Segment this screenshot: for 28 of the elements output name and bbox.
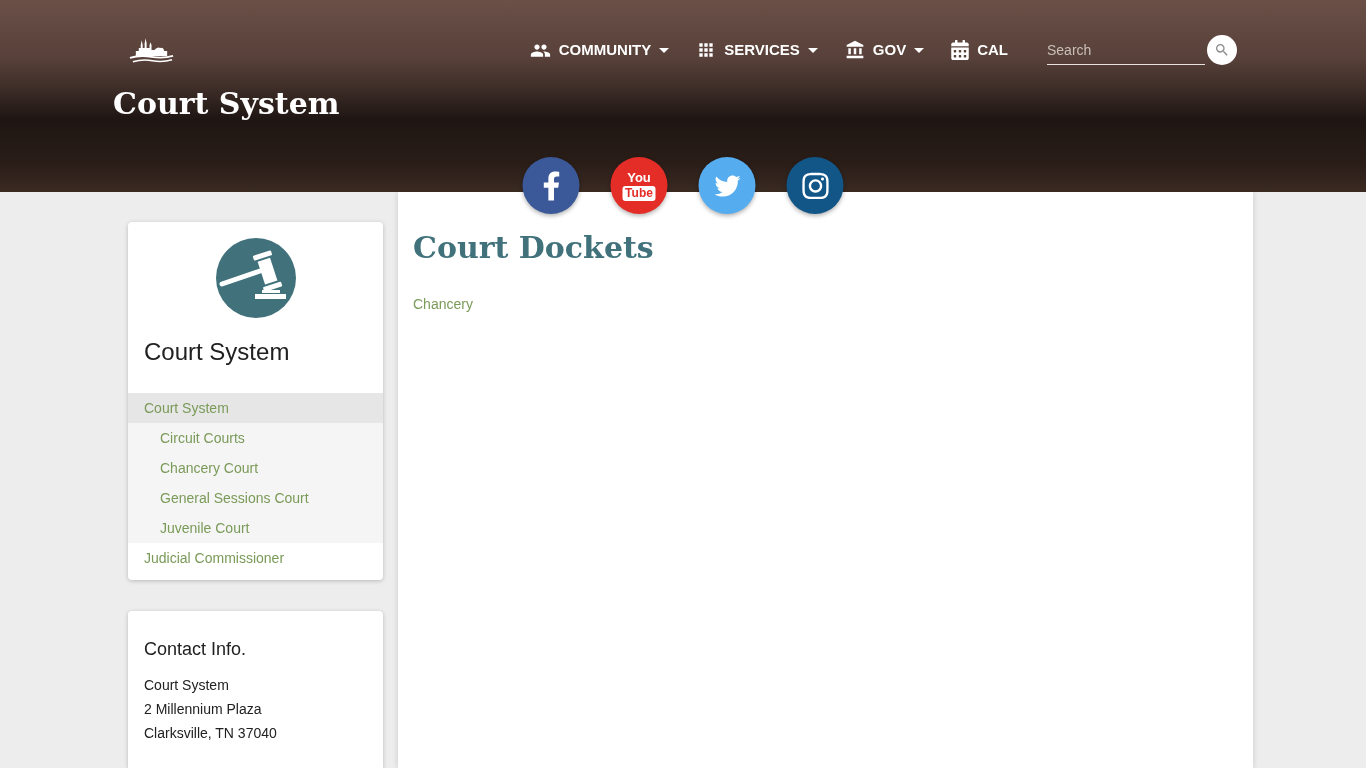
nav-menu-button[interactable]: COMMUNITY (529, 38, 670, 62)
twitter-icon (712, 172, 742, 199)
sidebar-link[interactable]: General Sessions Court (128, 483, 383, 513)
contact-line: Clarksville, TN 37040 (144, 724, 278, 743)
sidebar-link[interactable]: Circuit Courts (128, 423, 383, 453)
calendar-icon (951, 40, 970, 60)
search-icon (1214, 42, 1230, 58)
sidebar-link[interactable]: Court System (128, 393, 383, 423)
page-title: Court System (113, 86, 340, 122)
contact-title: Contact Info. (144, 638, 248, 661)
nav-menu-button[interactable]: GOV (844, 38, 925, 62)
sidebar-link[interactable]: Chancery Court (128, 453, 383, 483)
skyline-logo (128, 36, 175, 64)
nav-menu-button[interactable]: CAL (951, 38, 1008, 62)
nav-menu-button[interactable]: SERVICES (696, 38, 818, 62)
contact-line: 2 Millennium Plaza (144, 700, 263, 719)
search-field[interactable]: Search (1047, 35, 1205, 65)
facebook-icon (542, 170, 560, 201)
sidebar-title: Court System (143, 337, 291, 367)
gavel-icon (215, 238, 296, 318)
instagram-icon (800, 170, 830, 201)
search-button[interactable] (1207, 35, 1237, 65)
page-heading: Court Dockets (413, 230, 654, 266)
sidebar-link[interactable]: Judicial Commissioner (128, 543, 383, 573)
contact-line: Court System (144, 676, 230, 695)
sidebar-link[interactable]: Juvenile Court (128, 513, 383, 543)
docket-link[interactable]: Chancery (413, 294, 473, 314)
bank-icon (844, 40, 865, 60)
